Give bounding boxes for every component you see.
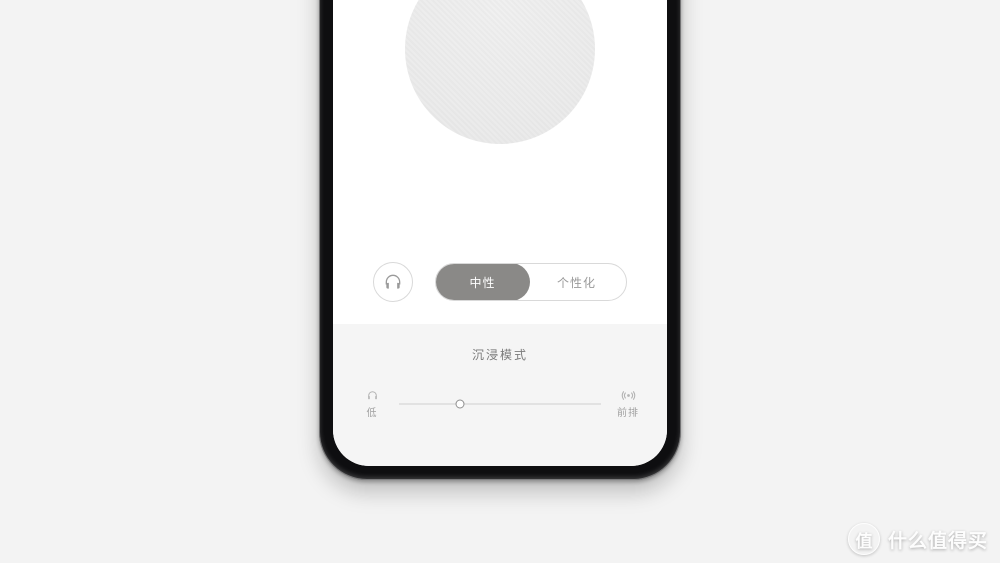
- watermark-text: 什么值得买: [888, 526, 988, 553]
- slider-high-label: 前排: [617, 404, 639, 419]
- phone-mockup: 中性 个性化 沉浸模式 低: [319, 0, 681, 480]
- watermark-logo: 值: [848, 523, 880, 555]
- hero-visual-circle: [405, 0, 595, 144]
- segment-personalized[interactable]: 个性化: [529, 264, 624, 300]
- slider-end-high: 前排: [615, 389, 641, 419]
- segment-neutral[interactable]: 中性: [435, 263, 530, 301]
- immersive-slider-row: 低 前排: [359, 389, 641, 419]
- slider-low-label: 低: [367, 404, 378, 419]
- headphones-small-icon: [366, 389, 379, 402]
- headphones-icon: [383, 272, 403, 292]
- phone-screen: 中性 个性化 沉浸模式 低: [333, 0, 667, 466]
- slider-thumb[interactable]: [455, 400, 464, 409]
- slider-end-low: 低: [359, 389, 385, 419]
- eq-mode-segmented: 中性 个性化: [435, 263, 627, 301]
- immersive-slider[interactable]: [399, 398, 601, 410]
- sound-waves-icon: [621, 389, 636, 402]
- headphones-button[interactable]: [373, 262, 413, 302]
- controls-row: 中性 个性化: [333, 262, 667, 302]
- mode-title: 沉浸模式: [472, 346, 528, 363]
- slider-track-line: [399, 404, 601, 405]
- watermark: 值 什么值得买: [848, 523, 988, 555]
- immersive-mode-panel: 沉浸模式 低: [333, 324, 667, 466]
